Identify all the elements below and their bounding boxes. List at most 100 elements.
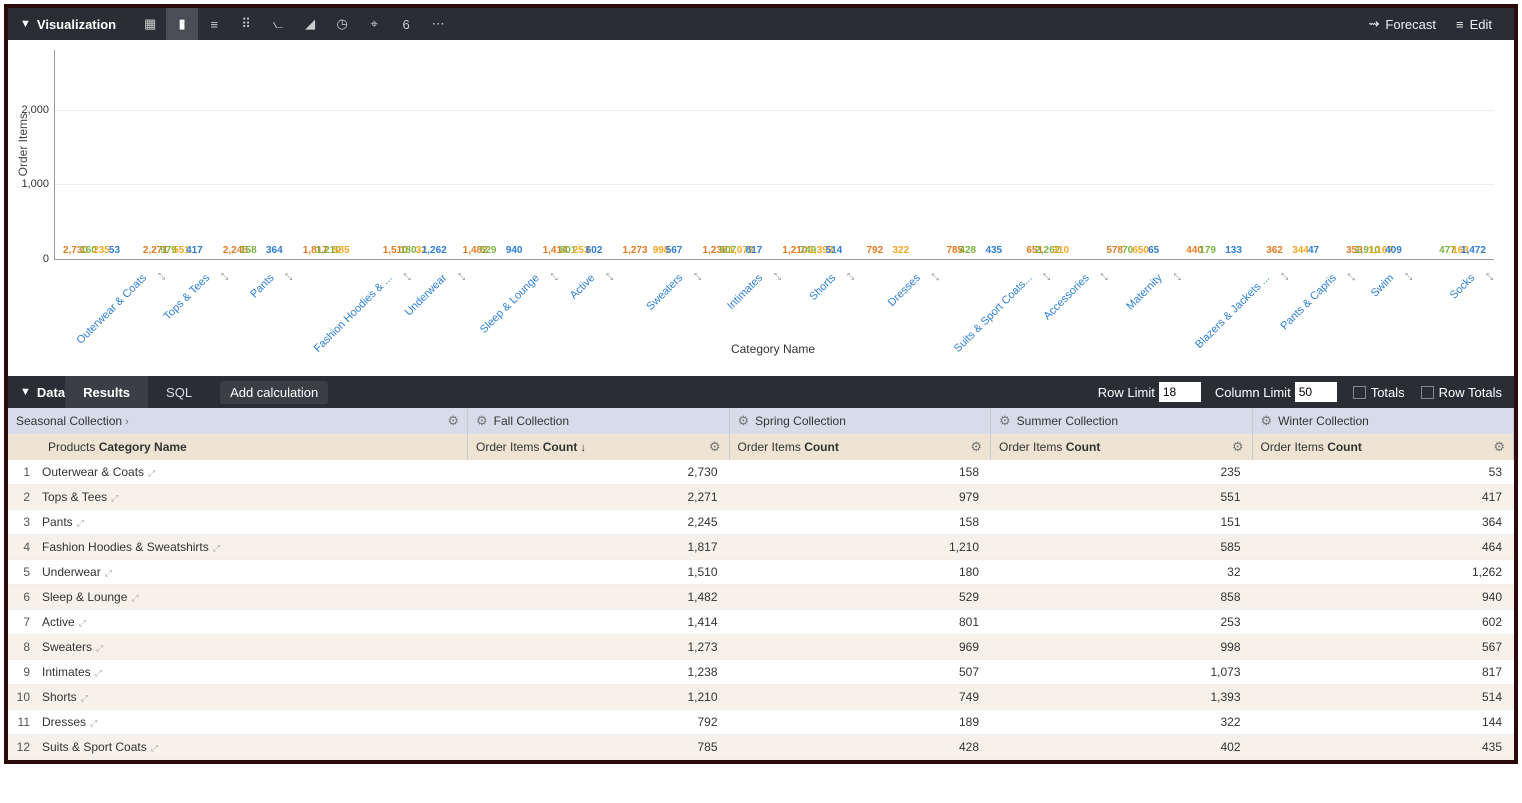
pivot-label-cell[interactable]: Seasonal Collection› ⚙ — [8, 408, 468, 434]
add-calculation-button[interactable]: Add calculation — [220, 381, 328, 404]
single-value-chart-icon[interactable]: 6 — [390, 8, 422, 40]
cell-value[interactable]: 817 — [1253, 660, 1515, 684]
bar-chart-icon[interactable]: ≡ — [198, 8, 230, 40]
tab-sql[interactable]: SQL — [148, 376, 210, 408]
x-category-label[interactable]: Pants⤢ — [248, 272, 276, 300]
gear-icon[interactable]: ⚙ — [738, 413, 750, 428]
row-category[interactable]: Sleep & Lounge⤢ — [36, 585, 468, 609]
row-category[interactable]: Outerwear & Coats⤢ — [36, 460, 468, 484]
cell-value[interactable]: 158 — [730, 510, 992, 534]
row-category[interactable]: Dresses⤢ — [36, 710, 468, 734]
cell-value[interactable]: 792 — [468, 710, 730, 734]
row-category[interactable]: Tops & Tees⤢ — [36, 485, 468, 509]
pivot-column-header[interactable]: ⚙Summer Collection — [991, 408, 1253, 434]
table-row[interactable]: 6Sleep & Lounge⤢1,482529858940 — [8, 585, 1514, 610]
cell-value[interactable]: 364 — [1253, 510, 1515, 534]
cell-value[interactable]: 322 — [991, 710, 1253, 734]
row-category[interactable]: Underwear⤢ — [36, 560, 468, 584]
cell-value[interactable]: 514 — [1253, 685, 1515, 709]
x-category-label[interactable]: Active⤢ — [568, 272, 598, 302]
cell-value[interactable]: 464 — [1253, 535, 1515, 559]
x-category-label[interactable]: Maternity⤢ — [1125, 272, 1165, 312]
measure-column-header[interactable]: Order Items Count↓⚙ — [468, 434, 730, 460]
x-category-label[interactable]: Sweaters⤢ — [644, 272, 685, 313]
more-chart-icon[interactable]: ⋯ — [422, 8, 454, 40]
cell-value[interactable]: 253 — [991, 610, 1253, 634]
pivot-column-header[interactable]: ⚙Winter Collection — [1253, 408, 1515, 434]
cell-value[interactable]: 2,730 — [468, 460, 730, 484]
cell-value[interactable]: 32 — [991, 560, 1253, 584]
table-row[interactable]: 5Underwear⤢1,510180321,262 — [8, 560, 1514, 585]
table-row[interactable]: 9Intimates⤢1,2385071,073817 — [8, 660, 1514, 685]
cell-value[interactable]: 507 — [730, 660, 992, 684]
cell-value[interactable]: 1,482 — [468, 585, 730, 609]
totals-checkbox[interactable]: Totals — [1353, 385, 1405, 400]
gear-icon[interactable]: ⚙ — [999, 413, 1011, 428]
cell-value[interactable]: 1,262 — [1253, 560, 1515, 584]
cell-value[interactable]: 1,510 — [468, 560, 730, 584]
x-category-label[interactable]: Socks⤢ — [1448, 272, 1478, 302]
cell-value[interactable]: 1,414 — [468, 610, 730, 634]
row-limit-input[interactable] — [1159, 382, 1201, 402]
cell-value[interactable]: 144 — [1253, 710, 1515, 734]
edit-button[interactable]: ≡ Edit — [1446, 17, 1502, 32]
cell-value[interactable]: 1,073 — [991, 660, 1253, 684]
cell-value[interactable]: 417 — [1253, 485, 1515, 509]
row-totals-checkbox[interactable]: Row Totals — [1421, 385, 1502, 400]
x-category-label[interactable]: Swim⤢ — [1368, 272, 1395, 299]
row-category[interactable]: Shorts⤢ — [36, 685, 468, 709]
cell-value[interactable]: 1,238 — [468, 660, 730, 684]
line-chart-icon[interactable]: ⦦ — [262, 8, 294, 40]
cell-value[interactable]: 402 — [991, 735, 1253, 759]
cell-value[interactable]: 189 — [730, 710, 992, 734]
cell-value[interactable]: 158 — [730, 460, 992, 484]
tab-results[interactable]: Results — [65, 376, 148, 408]
cell-value[interactable]: 551 — [991, 485, 1253, 509]
row-category[interactable]: Pants⤢ — [36, 510, 468, 534]
map-chart-icon[interactable]: ⌖ — [358, 8, 390, 40]
column-chart-icon[interactable]: ▮ — [166, 8, 198, 40]
row-category[interactable]: Active⤢ — [36, 610, 468, 634]
x-category-label[interactable]: Dresses⤢ — [886, 272, 923, 309]
cell-value[interactable]: 567 — [1253, 635, 1515, 659]
cell-value[interactable]: 151 — [991, 510, 1253, 534]
forecast-button[interactable]: ⇝ Forecast — [1359, 16, 1446, 32]
row-category[interactable]: Suits & Sport Coats⤢ — [36, 735, 468, 759]
cell-value[interactable]: 785 — [468, 735, 730, 759]
row-category[interactable]: Intimates⤢ — [36, 660, 468, 684]
area-chart-icon[interactable]: ◢ — [294, 8, 326, 40]
chevron-down-icon[interactable]: ▼ — [20, 386, 31, 398]
row-category[interactable]: Sweaters⤢ — [36, 635, 468, 659]
column-limit-input[interactable] — [1295, 382, 1337, 402]
cell-value[interactable]: 435 — [1253, 735, 1515, 759]
cell-value[interactable]: 585 — [991, 535, 1253, 559]
cell-value[interactable]: 940 — [1253, 585, 1515, 609]
cell-value[interactable]: 428 — [730, 735, 992, 759]
gear-icon[interactable]: ⚙ — [1232, 439, 1244, 455]
table-row[interactable]: 2Tops & Tees⤢2,271979551417 — [8, 485, 1514, 510]
cell-value[interactable]: 1,817 — [468, 535, 730, 559]
table-row[interactable]: 8Sweaters⤢1,273969998567 — [8, 635, 1514, 660]
table-row[interactable]: 12Suits & Sport Coats⤢785428402435 — [8, 735, 1514, 760]
cell-value[interactable]: 998 — [991, 635, 1253, 659]
scatter-chart-icon[interactable]: ⠿ — [230, 8, 262, 40]
table-row[interactable]: 11Dresses⤢792189322144 — [8, 710, 1514, 735]
x-category-label[interactable]: Pants & Capris⤢ — [1279, 272, 1339, 332]
table-row[interactable]: 4Fashion Hoodies & Sweatshirts⤢1,8171,21… — [8, 535, 1514, 560]
cell-value[interactable]: 749 — [730, 685, 992, 709]
cell-value[interactable]: 1,273 — [468, 635, 730, 659]
x-category-label[interactable]: Sleep & Lounge⤢ — [478, 272, 542, 336]
table-row[interactable]: 7Active⤢1,414801253602 — [8, 610, 1514, 635]
table-row[interactable]: 3Pants⤢2,245158151364 — [8, 510, 1514, 535]
gear-icon[interactable]: ⚙ — [1493, 439, 1505, 455]
dimension-header[interactable]: Products Category Name — [8, 434, 468, 460]
pivot-column-header[interactable]: ⚙Fall Collection — [468, 408, 730, 434]
cell-value[interactable]: 180 — [730, 560, 992, 584]
table-row[interactable]: 1Outerwear & Coats⤢2,73015823553 — [8, 460, 1514, 485]
gear-icon[interactable]: ⚙ — [1261, 413, 1273, 428]
table-chart-icon[interactable]: ▦ — [134, 8, 166, 40]
x-category-label[interactable]: Shorts⤢ — [807, 272, 838, 303]
pivot-column-header[interactable]: ⚙Spring Collection — [730, 408, 992, 434]
measure-column-header[interactable]: Order Items Count⚙ — [730, 434, 992, 460]
chevron-down-icon[interactable]: ▼ — [20, 18, 31, 30]
